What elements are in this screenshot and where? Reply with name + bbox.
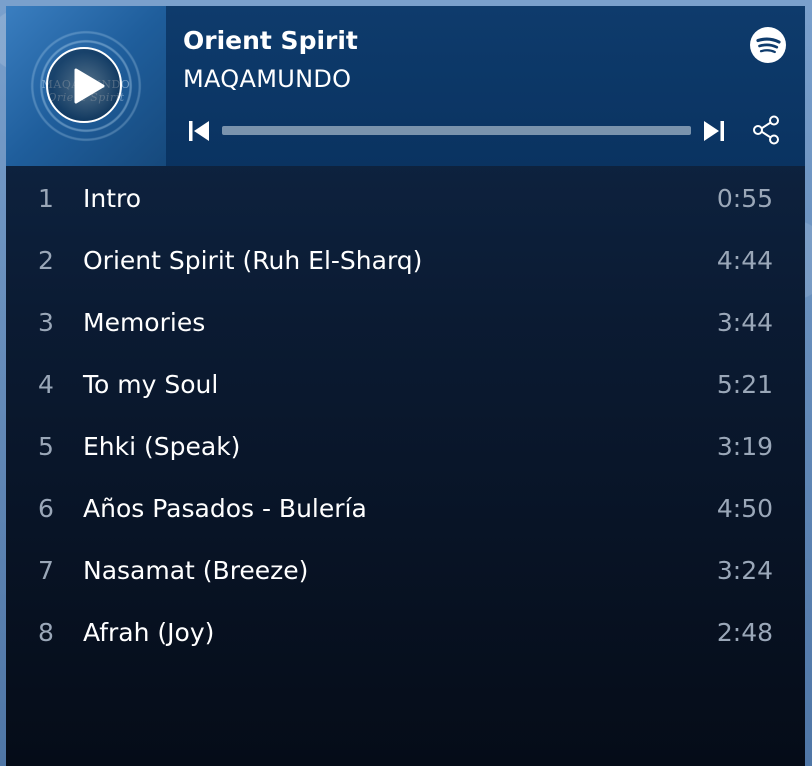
track-title: Nasamat (Breeze) [83,556,309,585]
skip-previous-button[interactable] [187,119,211,143]
progress-bar[interactable] [222,126,691,135]
track-duration: 3:24 [716,556,773,585]
track-number: 5 [38,432,54,461]
track-title: Intro [83,184,142,213]
skip-next-icon [704,121,724,141]
track-number: 8 [38,618,54,647]
track-row[interactable]: 7 Nasamat (Breeze) 3:24 [6,538,805,600]
track-title: Ehki (Speak) [83,432,241,461]
track-duration: 0:55 [716,184,773,213]
play-button[interactable] [46,47,122,123]
track-row[interactable]: 5 Ehki (Speak) 3:19 [6,414,805,476]
artist-name[interactable]: MAQAMUNDO [183,65,351,93]
skip-next-button[interactable] [702,119,726,143]
track-number: 3 [38,308,54,337]
track-row[interactable]: 1 Intro 0:55 [6,166,805,228]
track-number: 4 [38,370,54,399]
track-row[interactable]: 2 Orient Spirit (Ruh El-Sharq) 4:44 [6,228,805,290]
track-list: 1 Intro 0:55 2 Orient Spirit (Ruh El-Sha… [6,166,805,662]
track-title: Afrah (Joy) [83,618,215,647]
track-row[interactable]: 4 To my Soul 5:21 [6,352,805,414]
album-title[interactable]: Orient Spirit [183,26,358,55]
track-duration: 4:44 [716,246,773,275]
track-duration: 3:19 [716,432,773,461]
spotify-logo-icon[interactable] [750,27,786,63]
track-row[interactable]: 8 Afrah (Joy) 2:48 [6,600,805,662]
track-title: Orient Spirit (Ruh El-Sharq) [83,246,423,275]
track-duration: 4:50 [716,494,773,523]
skip-previous-icon [189,121,209,141]
album-cover: MAQAMUNDO Orient Spirit [6,6,166,166]
share-icon [753,115,779,145]
track-duration: 3:44 [716,308,773,337]
track-number: 2 [38,246,54,275]
spotify-embed-player: MAQAMUNDO Orient Spirit Orient Spirit MA… [6,6,805,766]
track-title: Años Pasados - Bulería [83,494,367,523]
track-row[interactable]: 6 Años Pasados - Bulería 4:50 [6,476,805,538]
track-title: To my Soul [83,370,219,399]
track-title: Memories [83,308,206,337]
track-number: 6 [38,494,54,523]
track-duration: 5:21 [716,370,773,399]
player-header: MAQAMUNDO Orient Spirit Orient Spirit MA… [6,6,805,166]
share-button[interactable] [750,114,782,146]
track-row[interactable]: 3 Memories 3:44 [6,290,805,352]
play-icon [74,68,105,104]
track-duration: 2:48 [716,618,773,647]
track-number: 1 [38,184,54,213]
track-number: 7 [38,556,54,585]
